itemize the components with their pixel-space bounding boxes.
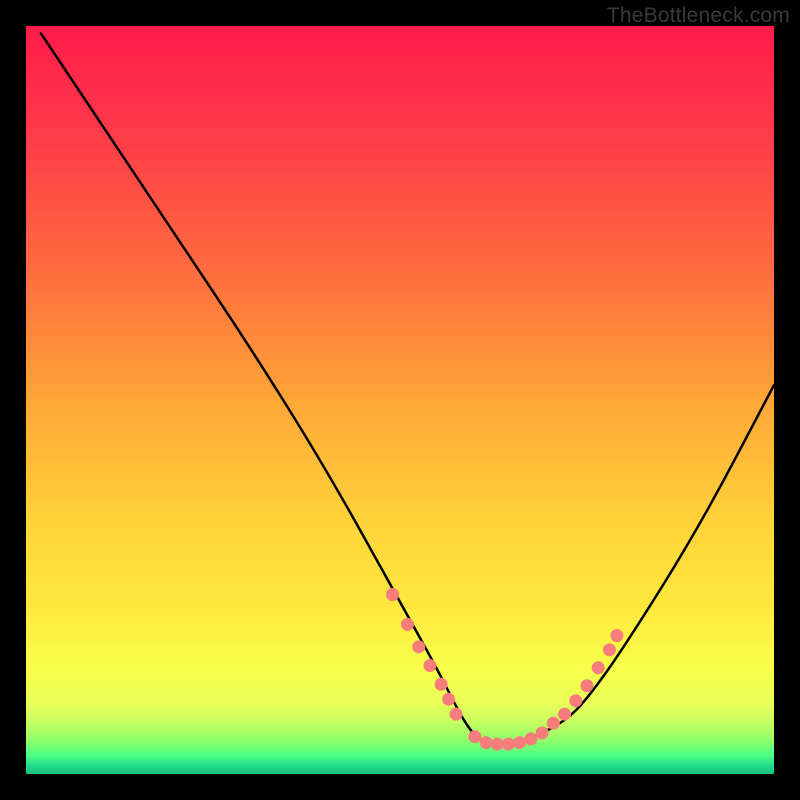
data-point-dot xyxy=(502,738,515,751)
data-point-dot xyxy=(401,618,414,631)
data-point-dot xyxy=(592,661,605,674)
data-point-dot xyxy=(423,659,436,672)
data-point-dot xyxy=(480,736,493,749)
data-point-dot xyxy=(536,726,549,739)
data-point-dot xyxy=(450,708,463,721)
data-point-dot xyxy=(558,708,571,721)
chart-frame: TheBottleneck.com xyxy=(0,0,800,800)
data-point-dot xyxy=(468,730,481,743)
data-point-dot xyxy=(442,693,455,706)
data-point-dot xyxy=(386,588,399,601)
data-point-dot xyxy=(524,732,537,745)
data-point-dot xyxy=(603,643,616,656)
data-point-dot xyxy=(610,629,623,642)
data-point-dot xyxy=(547,717,560,730)
data-point-dot xyxy=(581,679,594,692)
data-point-dot xyxy=(435,678,448,691)
data-point-dot xyxy=(569,694,582,707)
plot-area xyxy=(26,26,774,774)
curve-path xyxy=(41,33,774,744)
bottleneck-curve-svg xyxy=(26,26,774,774)
data-point-dot xyxy=(491,738,504,751)
data-point-dot xyxy=(513,736,526,749)
watermark-text: TheBottleneck.com xyxy=(607,4,790,28)
data-point-dot xyxy=(412,640,425,653)
